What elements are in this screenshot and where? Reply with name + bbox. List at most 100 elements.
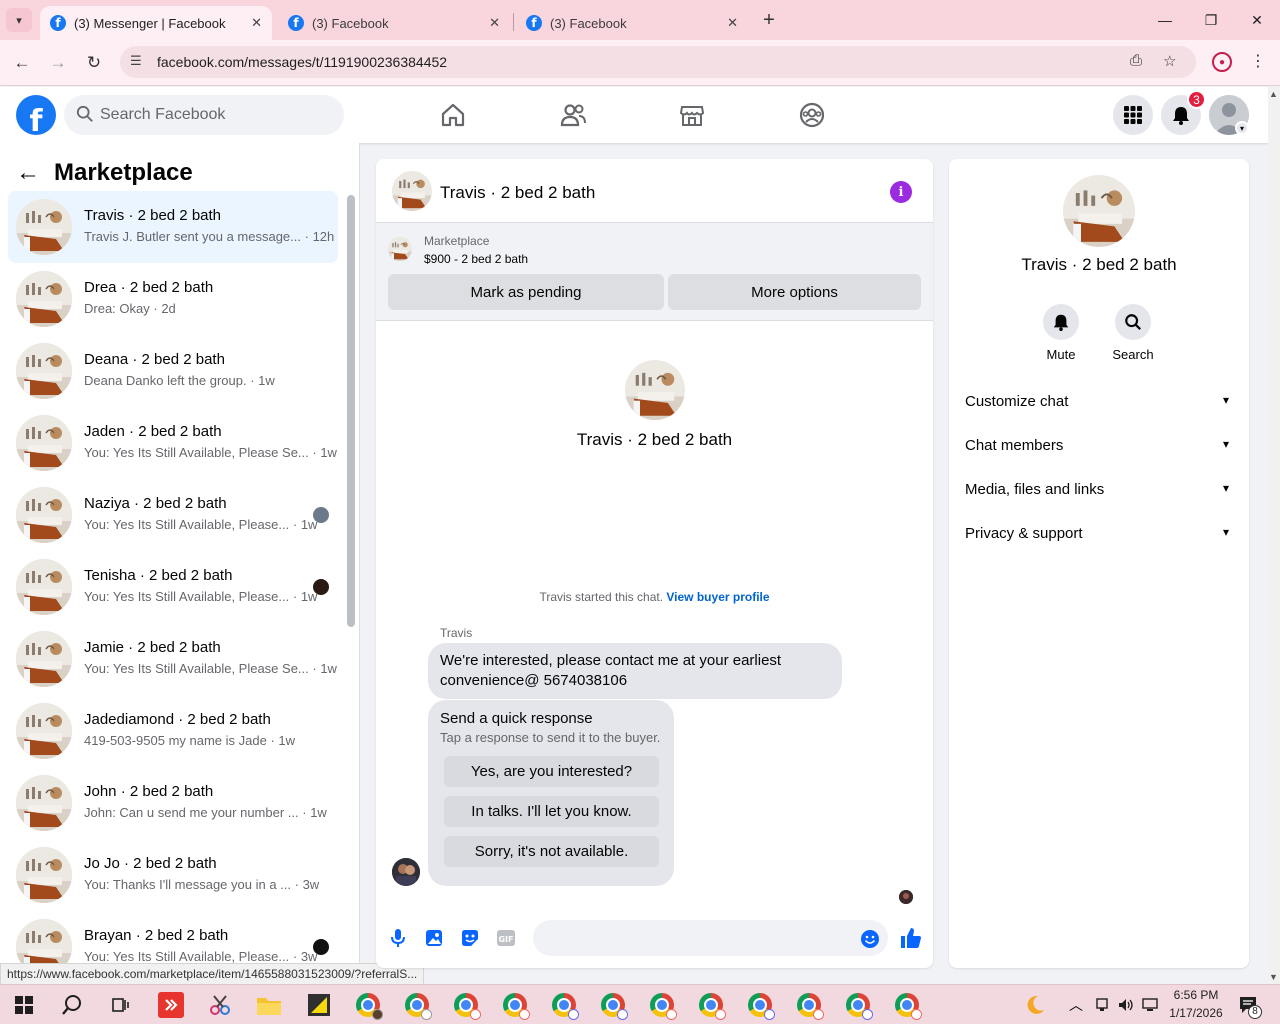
- listing-price[interactable]: $900 - 2 bed 2 bath: [424, 252, 528, 266]
- conversation-item[interactable]: Naziya · 2 bed 2 bath You: Yes Its Still …: [8, 479, 338, 551]
- volume-icon[interactable]: [1114, 991, 1138, 1019]
- chrome-taskbar-icon[interactable]: [795, 991, 824, 1020]
- mute-button[interactable]: Mute: [1031, 304, 1091, 362]
- new-tab-button[interactable]: +: [758, 8, 780, 32]
- info-avatar[interactable]: [1063, 175, 1135, 247]
- groups-icon[interactable]: [798, 101, 826, 129]
- scroll-up-icon[interactable]: ▲: [1269, 89, 1278, 99]
- task-view-icon[interactable]: [106, 991, 134, 1019]
- search-input[interactable]: [100, 95, 330, 135]
- search-in-chat-button[interactable]: Search: [1103, 304, 1163, 362]
- conversation-item[interactable]: Jamie · 2 bed 2 bath You: Yes Its Still A…: [8, 623, 338, 695]
- install-app-icon[interactable]: ⎙: [1130, 52, 1142, 69]
- chat-members-section[interactable]: Chat members ▾: [957, 425, 1241, 465]
- bookmark-star-icon[interactable]: ☆: [1163, 52, 1176, 70]
- facebook-logo[interactable]: f: [16, 95, 56, 135]
- chrome-taskbar-icon[interactable]: [550, 991, 579, 1020]
- chat-title[interactable]: Travis · 2 bed 2 bath: [440, 183, 595, 203]
- sidebar-scrollbar[interactable]: [347, 195, 355, 627]
- conversation-item[interactable]: Tenisha · 2 bed 2 bath You: Yes Its Still…: [8, 551, 338, 623]
- close-tab-icon[interactable]: ✕: [251, 15, 262, 31]
- browser-tab-facebook-2[interactable]: f (3) Facebook ✕: [516, 6, 748, 40]
- view-buyer-profile-link[interactable]: View buyer profile: [666, 590, 769, 604]
- conversation-item[interactable]: Jadediamond · 2 bed 2 bath 419-503-9505 m…: [8, 695, 338, 767]
- browser-tab-messenger[interactable]: f (3) Messenger | Facebook ✕: [40, 6, 272, 40]
- close-tab-icon[interactable]: ✕: [727, 15, 738, 31]
- chrome-taskbar-icon[interactable]: [844, 991, 873, 1020]
- listing-thumbnail[interactable]: [388, 237, 412, 261]
- network-icon[interactable]: [1138, 991, 1162, 1019]
- forward-arrow-icon[interactable]: →: [45, 50, 71, 76]
- conversation-item[interactable]: Deana · 2 bed 2 bath Deana Danko left the…: [8, 335, 338, 407]
- tray-chevron-up-icon[interactable]: ︿: [1066, 991, 1086, 1019]
- chrome-taskbar-icon[interactable]: [599, 991, 628, 1020]
- conversation-item[interactable]: Jaden · 2 bed 2 bath You: Yes Its Still A…: [8, 407, 338, 479]
- quick-response-button[interactable]: In talks. I'll let you know.: [444, 796, 659, 827]
- privacy-support-section[interactable]: Privacy & support ▾: [957, 513, 1241, 553]
- browser-profile-icon[interactable]: ●: [1212, 52, 1232, 72]
- back-arrow-icon[interactable]: ←: [16, 159, 40, 187]
- conversation-item[interactable]: Travis · 2 bed 2 bath Travis J. Butler se…: [8, 191, 338, 263]
- more-options-button[interactable]: More options: [668, 274, 921, 310]
- media-files-links-section[interactable]: Media, files and links ▾: [957, 469, 1241, 509]
- sticky-notes-icon[interactable]: [305, 991, 333, 1019]
- conversation-item[interactable]: Drea · 2 bed 2 bath Drea: Okay · 2d: [8, 263, 338, 335]
- url-text: facebook.com/messages/t/1191900236384452: [157, 54, 448, 70]
- browser-tab-facebook-1[interactable]: f (3) Facebook ✕: [278, 6, 510, 40]
- scroll-down-icon[interactable]: ▼: [1269, 972, 1278, 982]
- menu-grid-button[interactable]: [1113, 95, 1153, 135]
- quick-response-button[interactable]: Sorry, it's not available.: [444, 836, 659, 867]
- chrome-taskbar-icon[interactable]: [746, 991, 775, 1020]
- restore-button[interactable]: ❐: [1196, 8, 1226, 32]
- taskbar-search-icon[interactable]: [58, 991, 86, 1019]
- anydesk-icon[interactable]: [157, 991, 185, 1019]
- sender-avatar[interactable]: [392, 858, 420, 886]
- tab-search-dropdown[interactable]: ▾: [6, 8, 32, 32]
- browser-menu-icon[interactable]: ⋮: [1250, 51, 1266, 71]
- clock-date[interactable]: 1/17/2026: [1166, 1006, 1226, 1020]
- home-icon[interactable]: [439, 101, 467, 129]
- chrome-taskbar-icon[interactable]: [452, 991, 481, 1020]
- minimize-button[interactable]: —: [1150, 8, 1180, 32]
- chrome-taskbar-icon[interactable]: [501, 991, 530, 1020]
- site-settings-icon[interactable]: ☰: [130, 53, 142, 69]
- tray-device-icon[interactable]: [1090, 991, 1114, 1019]
- weather-moon-icon[interactable]: [1021, 991, 1049, 1019]
- chat-avatar[interactable]: [392, 171, 432, 211]
- friends-icon[interactable]: [559, 101, 587, 129]
- sticker-icon[interactable]: [460, 928, 480, 948]
- gif-icon[interactable]: GIF: [496, 928, 516, 948]
- account-chevron-down-icon[interactable]: ▾: [1235, 121, 1249, 135]
- chrome-taskbar-icon[interactable]: [893, 991, 922, 1020]
- emoji-icon[interactable]: [860, 929, 880, 949]
- customize-chat-section[interactable]: Customize chat ▾: [957, 381, 1241, 421]
- clock-time[interactable]: 6:56 PM: [1168, 988, 1224, 1002]
- info-title[interactable]: Travis · 2 bed 2 bath: [949, 255, 1249, 275]
- close-tab-icon[interactable]: ✕: [489, 15, 500, 31]
- page-scrollbar[interactable]: ▲ ▼: [1268, 87, 1280, 984]
- conversation-time: 12h: [312, 229, 335, 244]
- chrome-taskbar-icon[interactable]: [354, 991, 383, 1020]
- thumbs-up-icon[interactable]: [899, 926, 923, 950]
- message-bubble[interactable]: We're interested, please contact me at y…: [428, 643, 842, 699]
- message-input[interactable]: [533, 920, 888, 956]
- facebook-search[interactable]: [64, 95, 344, 135]
- microphone-icon[interactable]: [388, 928, 408, 948]
- file-explorer-icon[interactable]: [255, 991, 283, 1019]
- close-window-button[interactable]: ✕: [1242, 8, 1272, 32]
- chrome-taskbar-icon[interactable]: [403, 991, 432, 1020]
- chrome-taskbar-icon[interactable]: [697, 991, 726, 1020]
- reload-icon[interactable]: ↻: [81, 50, 107, 76]
- address-bar[interactable]: ☰ facebook.com/messages/t/11919002363844…: [120, 46, 1196, 78]
- back-arrow-icon[interactable]: ←: [9, 50, 35, 76]
- chrome-taskbar-icon[interactable]: [648, 991, 677, 1020]
- snipping-tool-icon[interactable]: [206, 991, 234, 1019]
- mark-as-pending-button[interactable]: Mark as pending: [388, 274, 664, 310]
- photo-icon[interactable]: [424, 928, 444, 948]
- quick-response-button[interactable]: Yes, are you interested?: [444, 756, 659, 787]
- info-icon[interactable]: i: [890, 181, 912, 203]
- conversation-item[interactable]: John · 2 bed 2 bath John: Can u send me y…: [8, 767, 338, 839]
- conversation-item[interactable]: Jo Jo · 2 bed 2 bath You: Thanks I'll mes…: [8, 839, 338, 911]
- windows-start-icon[interactable]: [10, 991, 38, 1019]
- marketplace-icon[interactable]: [678, 101, 706, 129]
